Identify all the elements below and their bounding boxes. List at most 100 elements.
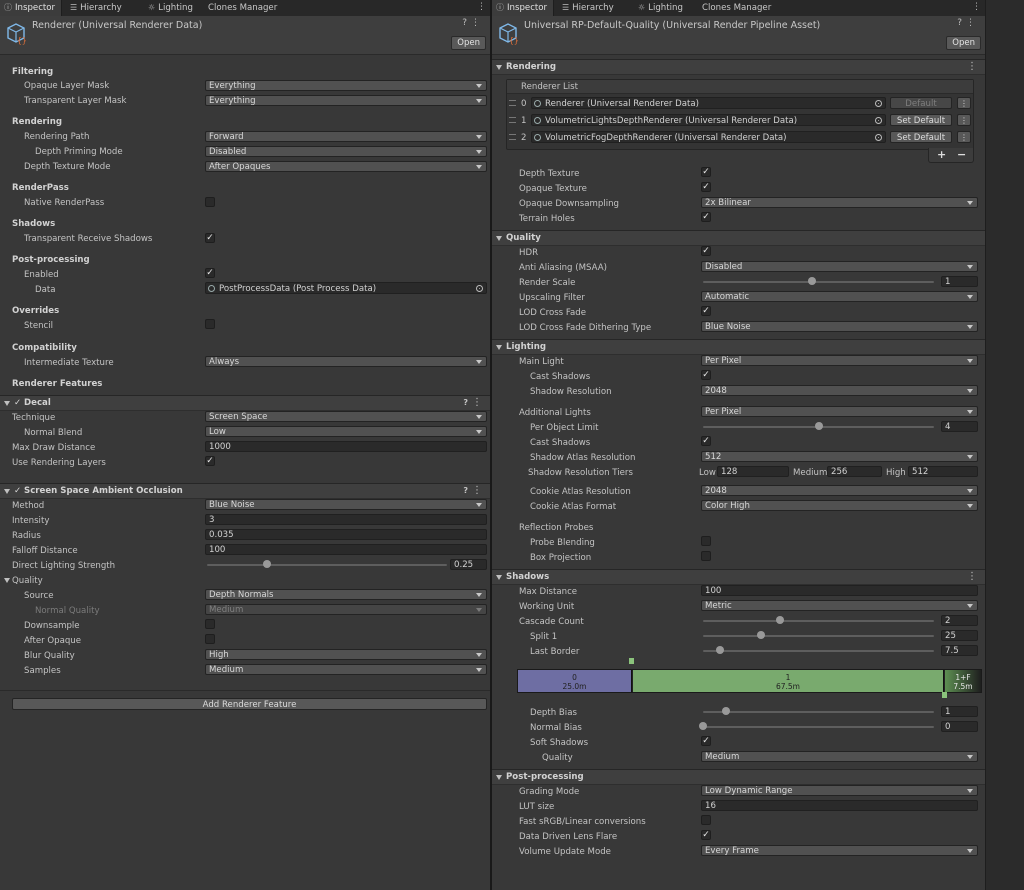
cascade-count-field[interactable]: 2 <box>941 615 978 626</box>
rendering-path-dropdown[interactable]: Forward <box>205 131 487 142</box>
shadow-atlas-resolution-dropdown[interactable]: 512 <box>701 451 978 462</box>
last-border-slider-track[interactable] <box>703 650 934 652</box>
tab-inspector[interactable]: ⓘ Inspector <box>492 0 555 16</box>
cascade-segment-1[interactable]: 1 67.5m <box>633 670 944 692</box>
depth-priming-dropdown[interactable]: Disabled <box>205 146 487 157</box>
per-object-limit-slider-thumb[interactable] <box>814 422 823 430</box>
opaque-layer-mask-dropdown[interactable]: Everything <box>205 80 487 91</box>
after-opaque-checkbox[interactable] <box>205 634 215 644</box>
tab-hierarchy[interactable]: ☰ Hierarchy <box>558 0 620 16</box>
probe-blending-checkbox[interactable] <box>701 536 711 546</box>
max-distance-field[interactable]: 100 <box>701 585 978 596</box>
open-button[interactable]: Open <box>451 36 486 50</box>
ssao-enabled-icon[interactable]: ✓ <box>14 485 21 497</box>
soft-shadows-checkbox[interactable]: ✓ <box>701 736 711 746</box>
help-icon[interactable]: ? <box>957 18 966 28</box>
more-icon[interactable]: ⋮ <box>472 484 482 497</box>
tier-high-field[interactable]: 512 <box>908 466 978 477</box>
object-picker-icon[interactable] <box>476 285 483 292</box>
lighting-section-header[interactable]: Lighting <box>492 339 985 355</box>
fast-srgb-checkbox[interactable] <box>701 815 711 825</box>
lod-dithering-dropdown[interactable]: Blue Noise <box>701 321 978 332</box>
object-picker-icon[interactable] <box>875 134 882 141</box>
lut-size-field[interactable]: 16 <box>701 800 978 811</box>
foldout-icon[interactable] <box>496 236 502 241</box>
foldout-icon[interactable] <box>496 575 502 580</box>
row-menu-icon[interactable]: ⋮ <box>957 97 971 109</box>
depth-texture-checkbox[interactable]: ✓ <box>701 167 711 177</box>
split-1-slider-thumb[interactable] <box>756 631 765 639</box>
renderer-field-1[interactable]: VolumetricLightsDepthRenderer (Universal… <box>531 114 886 126</box>
decal-feature-header[interactable]: ✓ Decal ? ⋮ <box>0 395 490 411</box>
transparent-layer-mask-dropdown[interactable]: Everything <box>205 95 487 106</box>
method-dropdown[interactable]: Blue Noise <box>205 499 487 510</box>
renderer-field-0[interactable]: Renderer (Universal Renderer Data) <box>531 97 886 109</box>
render-scale-slider-thumb[interactable] <box>808 277 817 285</box>
rendering-section-header[interactable]: Rendering ⋮ <box>492 59 985 75</box>
tier-medium-field[interactable]: 256 <box>827 466 882 477</box>
cascade-border-handle[interactable] <box>942 692 947 698</box>
depth-bias-field[interactable]: 1 <box>941 706 978 717</box>
last-border-slider-thumb[interactable] <box>716 646 725 654</box>
cascade-count-slider-thumb[interactable] <box>776 616 784 624</box>
normal-bias-field[interactable]: 0 <box>941 721 978 732</box>
more-icon[interactable]: ⋮ <box>472 396 482 409</box>
cast-shadows-checkbox[interactable]: ✓ <box>701 370 711 380</box>
post-data-field[interactable]: PostProcessData (Post Process Data) <box>205 282 487 294</box>
terrain-holes-checkbox[interactable]: ✓ <box>701 212 711 222</box>
stencil-checkbox[interactable] <box>205 319 215 329</box>
ssao-feature-header[interactable]: ✓ Screen Space Ambient Occlusion ? ⋮ <box>0 483 490 499</box>
foldout-icon[interactable] <box>496 65 502 70</box>
cascade-fade-segment[interactable]: 1+F 7.5m <box>945 670 981 692</box>
more-icon[interactable]: ⋮ <box>972 0 981 14</box>
intermediate-texture-dropdown[interactable]: Always <box>205 356 487 367</box>
tab-lighting[interactable]: ☼ Lighting <box>634 0 689 16</box>
object-picker-icon[interactable] <box>875 100 882 107</box>
normal-bias-slider-thumb[interactable] <box>699 722 707 730</box>
remove-renderer-button[interactable]: − <box>957 149 966 161</box>
box-projection-checkbox[interactable] <box>701 551 711 561</box>
drag-handle-icon[interactable] <box>509 100 516 106</box>
shadows-section-header[interactable]: Shadows ⋮ <box>492 569 985 585</box>
help-icon[interactable]: ? <box>462 18 471 28</box>
settings-icon[interactable]: ⋮ <box>471 18 484 28</box>
direct-lighting-slider-track[interactable] <box>207 564 447 566</box>
depth-texture-mode-dropdown[interactable]: After Opaques <box>205 161 487 172</box>
normal-bias-slider-track[interactable] <box>703 726 934 728</box>
additional-cast-shadows-checkbox[interactable]: ✓ <box>701 436 711 446</box>
cascade-split-handle[interactable] <box>629 658 634 664</box>
transparent-receive-shadows-checkbox[interactable]: ✓ <box>205 233 215 243</box>
cascade-split-bar[interactable]: 0 25.0m 1 67.5m 1+F 7.5m <box>517 669 982 693</box>
anti-aliasing-dropdown[interactable]: Disabled <box>701 261 978 272</box>
help-icon[interactable]: ? <box>463 397 468 409</box>
post-enabled-checkbox[interactable]: ✓ <box>205 268 215 278</box>
split-1-slider-track[interactable] <box>703 635 934 637</box>
source-dropdown[interactable]: Depth Normals <box>205 589 487 600</box>
add-renderer-button[interactable]: + <box>937 149 946 161</box>
renderer-field-2[interactable]: VolumetricFogDepthRenderer (Universal Re… <box>531 131 886 143</box>
depth-bias-slider-track[interactable] <box>703 711 934 713</box>
help-icon[interactable]: ? <box>463 485 468 497</box>
shadow-resolution-dropdown[interactable]: 2048 <box>701 385 978 396</box>
working-unit-dropdown[interactable]: Metric <box>701 600 978 611</box>
quality-foldout-label[interactable]: Quality <box>12 575 43 587</box>
tab-hierarchy[interactable]: ☰ Hierarchy <box>66 0 128 16</box>
cascade-count-slider-track[interactable] <box>703 620 934 622</box>
more-icon[interactable]: ⋮ <box>967 60 977 73</box>
more-icon[interactable]: ⋮ <box>967 570 977 583</box>
last-border-field[interactable]: 7.5 <box>941 645 978 656</box>
blur-quality-dropdown[interactable]: High <box>205 649 487 660</box>
opaque-downsampling-dropdown[interactable]: 2x Bilinear <box>701 197 978 208</box>
tab-lighting[interactable]: ☼ Lighting <box>144 0 199 16</box>
main-light-dropdown[interactable]: Per Pixel <box>701 355 978 366</box>
post-processing-section-header[interactable]: Post-processing <box>492 769 985 785</box>
tab-inspector[interactable]: ⓘ Inspector <box>0 0 63 16</box>
falloff-distance-field[interactable]: 100 <box>205 544 487 555</box>
foldout-icon[interactable] <box>4 489 10 494</box>
set-default-button-1[interactable]: Set Default <box>890 114 952 126</box>
radius-field[interactable]: 0.035 <box>205 529 487 540</box>
native-renderpass-checkbox[interactable] <box>205 197 215 207</box>
lens-flare-checkbox[interactable]: ✓ <box>701 830 711 840</box>
cookie-atlas-resolution-dropdown[interactable]: 2048 <box>701 485 978 496</box>
cookie-atlas-format-dropdown[interactable]: Color High <box>701 500 978 511</box>
